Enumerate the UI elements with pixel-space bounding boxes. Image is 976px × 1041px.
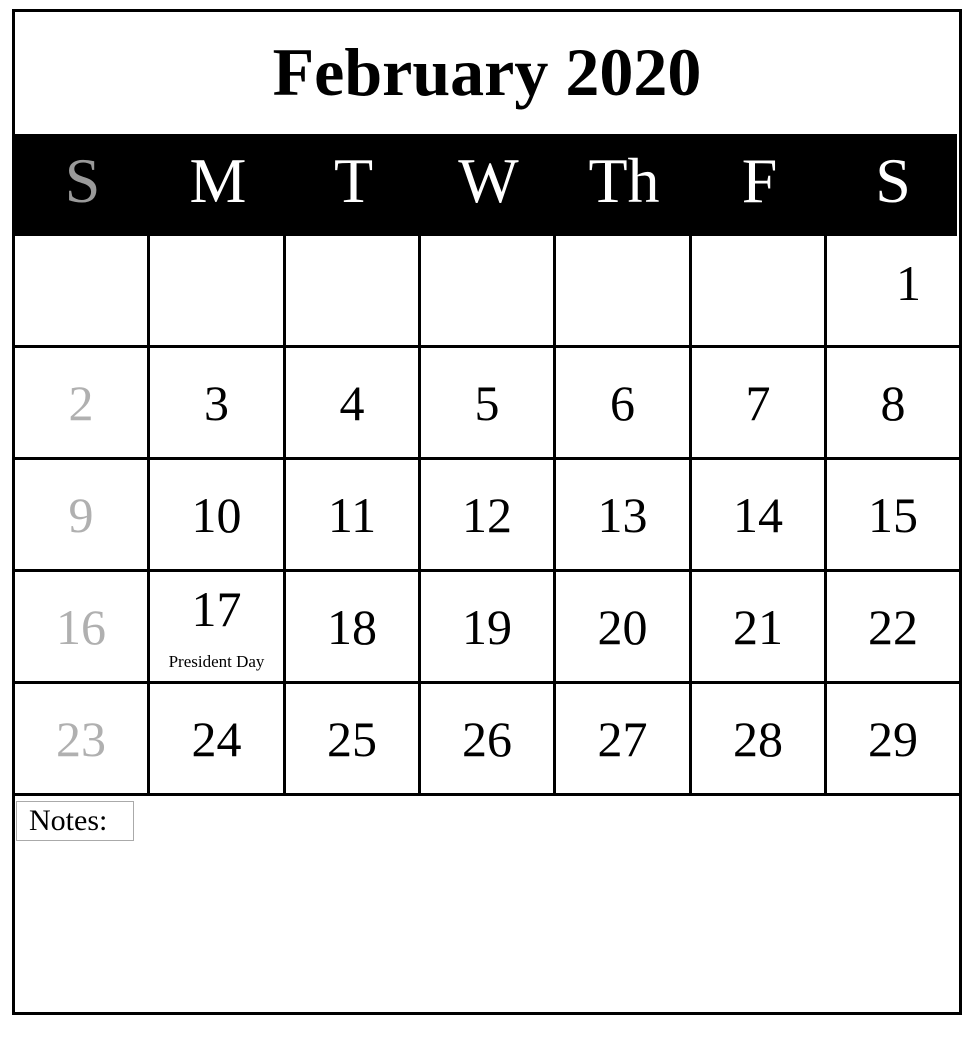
day-cell[interactable]: 10 — [150, 460, 286, 572]
day-number: 12 — [462, 487, 512, 543]
day-cell[interactable]: 27 — [556, 684, 692, 796]
calendar-title: February 2020 — [272, 34, 702, 110]
calendar-page: February 2020 S M T W Th F S 1 2 3 4 5 6 7 8 9 10 11 12 13… — [12, 9, 962, 1015]
weekday-header-3: W — [458, 145, 519, 216]
day-cell[interactable]: 23 — [15, 684, 150, 796]
day-number: 21 — [733, 599, 783, 655]
weekday-header-1: M — [189, 145, 247, 216]
day-cell[interactable]: 14 — [692, 460, 827, 572]
day-cell[interactable]: 3 — [150, 348, 286, 460]
day-cell[interactable] — [421, 236, 556, 348]
day-cell[interactable] — [556, 236, 692, 348]
day-cell[interactable]: 12 — [421, 460, 556, 572]
day-number: 26 — [462, 711, 512, 767]
day-number: 2 — [68, 375, 94, 431]
day-number: 20 — [597, 599, 648, 655]
notes-label: Notes: — [16, 801, 134, 841]
day-cell[interactable] — [150, 236, 286, 348]
day-number: 16 — [56, 599, 106, 655]
day-number: 6 — [610, 375, 635, 431]
day-number: 7 — [745, 375, 771, 431]
weekday-header-6: S — [875, 145, 911, 216]
day-number: 9 — [68, 487, 94, 543]
day-number: 15 — [868, 487, 918, 543]
day-cell[interactable]: 19 — [421, 572, 556, 684]
day-cell[interactable]: 26 — [421, 684, 556, 796]
day-cell[interactable]: 25 — [286, 684, 421, 796]
day-cell[interactable] — [286, 236, 421, 348]
day-cell[interactable]: 6 — [556, 348, 692, 460]
day-number: 5 — [474, 375, 500, 431]
day-cell[interactable]: 7 — [692, 348, 827, 460]
day-number: 18 — [327, 599, 377, 655]
day-cell[interactable]: 4 — [286, 348, 421, 460]
day-number: 25 — [327, 711, 377, 767]
day-number: 1 — [896, 255, 921, 311]
day-cell[interactable]: 8 — [827, 348, 959, 460]
day-number: 8 — [880, 375, 906, 431]
day-number: 14 — [733, 487, 783, 543]
day-cell[interactable]: 20 — [556, 572, 692, 684]
day-cell[interactable]: 16 — [15, 572, 150, 684]
day-cell[interactable]: 28 — [692, 684, 827, 796]
day-number: 17 — [191, 581, 242, 637]
day-cell[interactable]: 24 — [150, 684, 286, 796]
day-cell[interactable]: 29 — [827, 684, 959, 796]
day-cell[interactable]: 1 — [827, 236, 959, 348]
day-number: 3 — [204, 375, 229, 431]
day-cell[interactable]: 21 — [692, 572, 827, 684]
calendar-grid: 1 2 3 4 5 6 7 8 9 10 11 12 13 14 15 16 17 President Day 18… — [15, 236, 959, 798]
event-label: President Day — [168, 652, 265, 671]
day-cell[interactable] — [15, 236, 150, 348]
day-number: 29 — [868, 711, 918, 767]
day-number: 22 — [868, 599, 918, 655]
day-number: 19 — [462, 599, 512, 655]
day-number: 13 — [597, 487, 648, 543]
weekday-header-2: T — [333, 145, 374, 216]
day-number: 11 — [327, 487, 377, 543]
weekday-header-0: S — [64, 145, 101, 216]
day-cell[interactable]: 11 — [286, 460, 421, 572]
day-number: 23 — [56, 711, 106, 767]
day-number: 24 — [191, 711, 242, 767]
day-cell[interactable]: 9 — [15, 460, 150, 572]
day-cell[interactable]: 17 President Day — [150, 572, 286, 684]
day-cell[interactable]: 13 — [556, 460, 692, 572]
weekday-header-row: S M T W Th F S — [15, 134, 957, 236]
day-cell[interactable]: 18 — [286, 572, 421, 684]
day-cell[interactable]: 2 — [15, 348, 150, 460]
day-number: 4 — [339, 375, 365, 431]
day-number: 28 — [733, 711, 783, 767]
day-number: 27 — [597, 711, 648, 767]
day-cell[interactable]: 15 — [827, 460, 959, 572]
day-cell[interactable]: 22 — [827, 572, 959, 684]
day-cell[interactable]: 5 — [421, 348, 556, 460]
weekday-header-4: Th — [588, 145, 660, 216]
day-cell[interactable] — [692, 236, 827, 348]
day-number: 10 — [191, 487, 242, 543]
weekday-header-5: F — [741, 145, 778, 216]
